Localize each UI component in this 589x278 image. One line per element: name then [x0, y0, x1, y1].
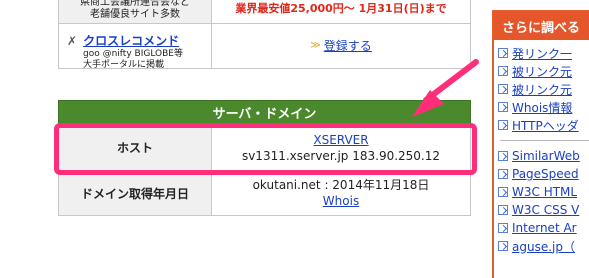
- sidebar-link-label[interactable]: 被リンク元: [512, 63, 572, 80]
- sidebar-link-aguse[interactable]: aguse.jp（: [494, 237, 589, 255]
- sidebar-link-label[interactable]: Whois情報: [512, 99, 572, 116]
- external-link-icon: [498, 205, 508, 215]
- sidebar-link-http-header[interactable]: HTTPヘッダ: [494, 116, 589, 134]
- external-link-icon: [498, 187, 508, 197]
- external-link-icon: [498, 66, 508, 76]
- sidebar-link-w3c-css[interactable]: W3C CSS V: [494, 201, 589, 219]
- external-link-icon: [498, 84, 508, 94]
- external-link-icon: [498, 223, 508, 233]
- sidebar-link-pagespeed[interactable]: PageSpeed: [494, 165, 589, 183]
- sidebar-link-w3c-html[interactable]: W3C HTML: [494, 183, 589, 201]
- sidebar-link-label[interactable]: aguse.jp（: [512, 238, 575, 255]
- external-link-icon: [498, 241, 508, 251]
- sidebar-link-label[interactable]: Internet Ar: [512, 221, 577, 235]
- external-link-icon: [498, 120, 508, 130]
- further-research-title-text: さらに調べる: [502, 20, 581, 36]
- further-research-title: さらに調べる: [494, 12, 589, 40]
- sidebar-link-label[interactable]: SimilarWeb: [512, 149, 580, 163]
- sidebar-link-label[interactable]: HTTPヘッダ: [512, 117, 579, 134]
- sidebar-link-label[interactable]: PageSpeed: [512, 167, 579, 181]
- sidebar-link-similarweb[interactable]: SimilarWeb: [494, 147, 589, 165]
- external-link-icon: [498, 102, 508, 112]
- sidebar-link-label[interactable]: 被リンク元: [512, 81, 572, 98]
- sidebar-link-label[interactable]: 発リンク一: [512, 45, 572, 62]
- sidebar-link-inbound-1[interactable]: 被リンク元: [494, 62, 589, 80]
- sidebar-link-label[interactable]: W3C CSS V: [512, 203, 579, 217]
- further-research-panel: さらに調べる 発リンク一 被リンク元 被リンク元 Whois情報 HTTPヘッダ…: [492, 10, 589, 278]
- sidebar-link-inbound-2[interactable]: 被リンク元: [494, 80, 589, 98]
- sidebar-link-outbound[interactable]: 発リンク一: [494, 44, 589, 62]
- external-link-icon: [498, 151, 508, 161]
- sidebar-link-whois[interactable]: Whois情報: [494, 98, 589, 116]
- external-link-icon: [498, 169, 508, 179]
- sidebar-divider: [500, 140, 589, 141]
- sidebar-link-label[interactable]: W3C HTML: [512, 185, 577, 199]
- sidebar-link-internet-archive[interactable]: Internet Ar: [494, 219, 589, 237]
- external-link-icon: [498, 48, 508, 58]
